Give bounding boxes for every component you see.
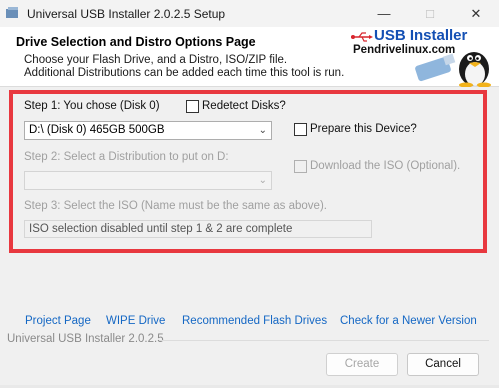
step3-label: Step 3: Select the ISO (Name must be the… [24,200,327,212]
title-bar: Universal USB Installer 2.0.2.5 Setup — … [0,0,499,27]
app-icon [6,7,20,19]
step2-label: Step 2: Select a Distribution to put on … [24,151,229,163]
chevron-down-icon: ⌄ [258,175,267,186]
download-iso-label: Download the ISO (Optional). [310,160,461,172]
redetect-disks-label[interactable]: Redetect Disks? [202,100,286,112]
iso-selection-field: ISO selection disabled until step 1 & 2 … [24,220,372,238]
redetect-disks-checkbox[interactable] [186,100,199,113]
download-iso-checkbox [294,160,307,173]
header-description-line2: Additional Distributions can be added ea… [24,67,345,79]
drive-select-value: D:\ (Disk 0) 465GB 500GB [29,124,165,136]
prepare-device-checkbox[interactable] [294,123,307,136]
footer-divider [160,340,489,341]
maximize-icon: □ [426,6,434,21]
tux-penguin-usb-logo [414,41,494,90]
iso-selection-text: ISO selection disabled until step 1 & 2 … [29,223,293,235]
check-newer-version-link[interactable]: Check for a Newer Version [340,315,477,327]
version-label: Universal USB Installer 2.0.2.5 [7,333,164,345]
usb-symbol-icon [351,31,373,45]
chevron-down-icon[interactable]: ⌄ [259,122,267,139]
page-title: Drive Selection and Distro Options Page [16,35,256,49]
project-page-link[interactable]: Project Page [25,315,91,327]
distribution-select: ⌄ [24,171,272,190]
main-panel: Step 1: You chose (Disk 0) Redetect Disk… [0,87,499,388]
step1-label: Step 1: You chose (Disk 0) [24,100,160,112]
cancel-button[interactable]: Cancel [407,353,479,376]
window-title: Universal USB Installer 2.0.2.5 Setup [27,7,226,21]
wipe-drive-link[interactable]: WIPE Drive [106,315,165,327]
prepare-device-label[interactable]: Prepare this Device? [310,123,417,135]
header-description-line1: Choose your Flash Drive, and a Distro, I… [24,54,288,66]
create-button: Create [326,353,398,376]
close-icon[interactable]: ✕ [453,0,499,27]
recommended-flash-drives-link[interactable]: Recommended Flash Drives [182,315,327,327]
minimize-icon[interactable]: — [361,0,407,27]
drive-select[interactable]: D:\ (Disk 0) 465GB 500GB ⌄ [24,121,272,140]
page-header: Drive Selection and Distro Options Page … [0,27,499,90]
